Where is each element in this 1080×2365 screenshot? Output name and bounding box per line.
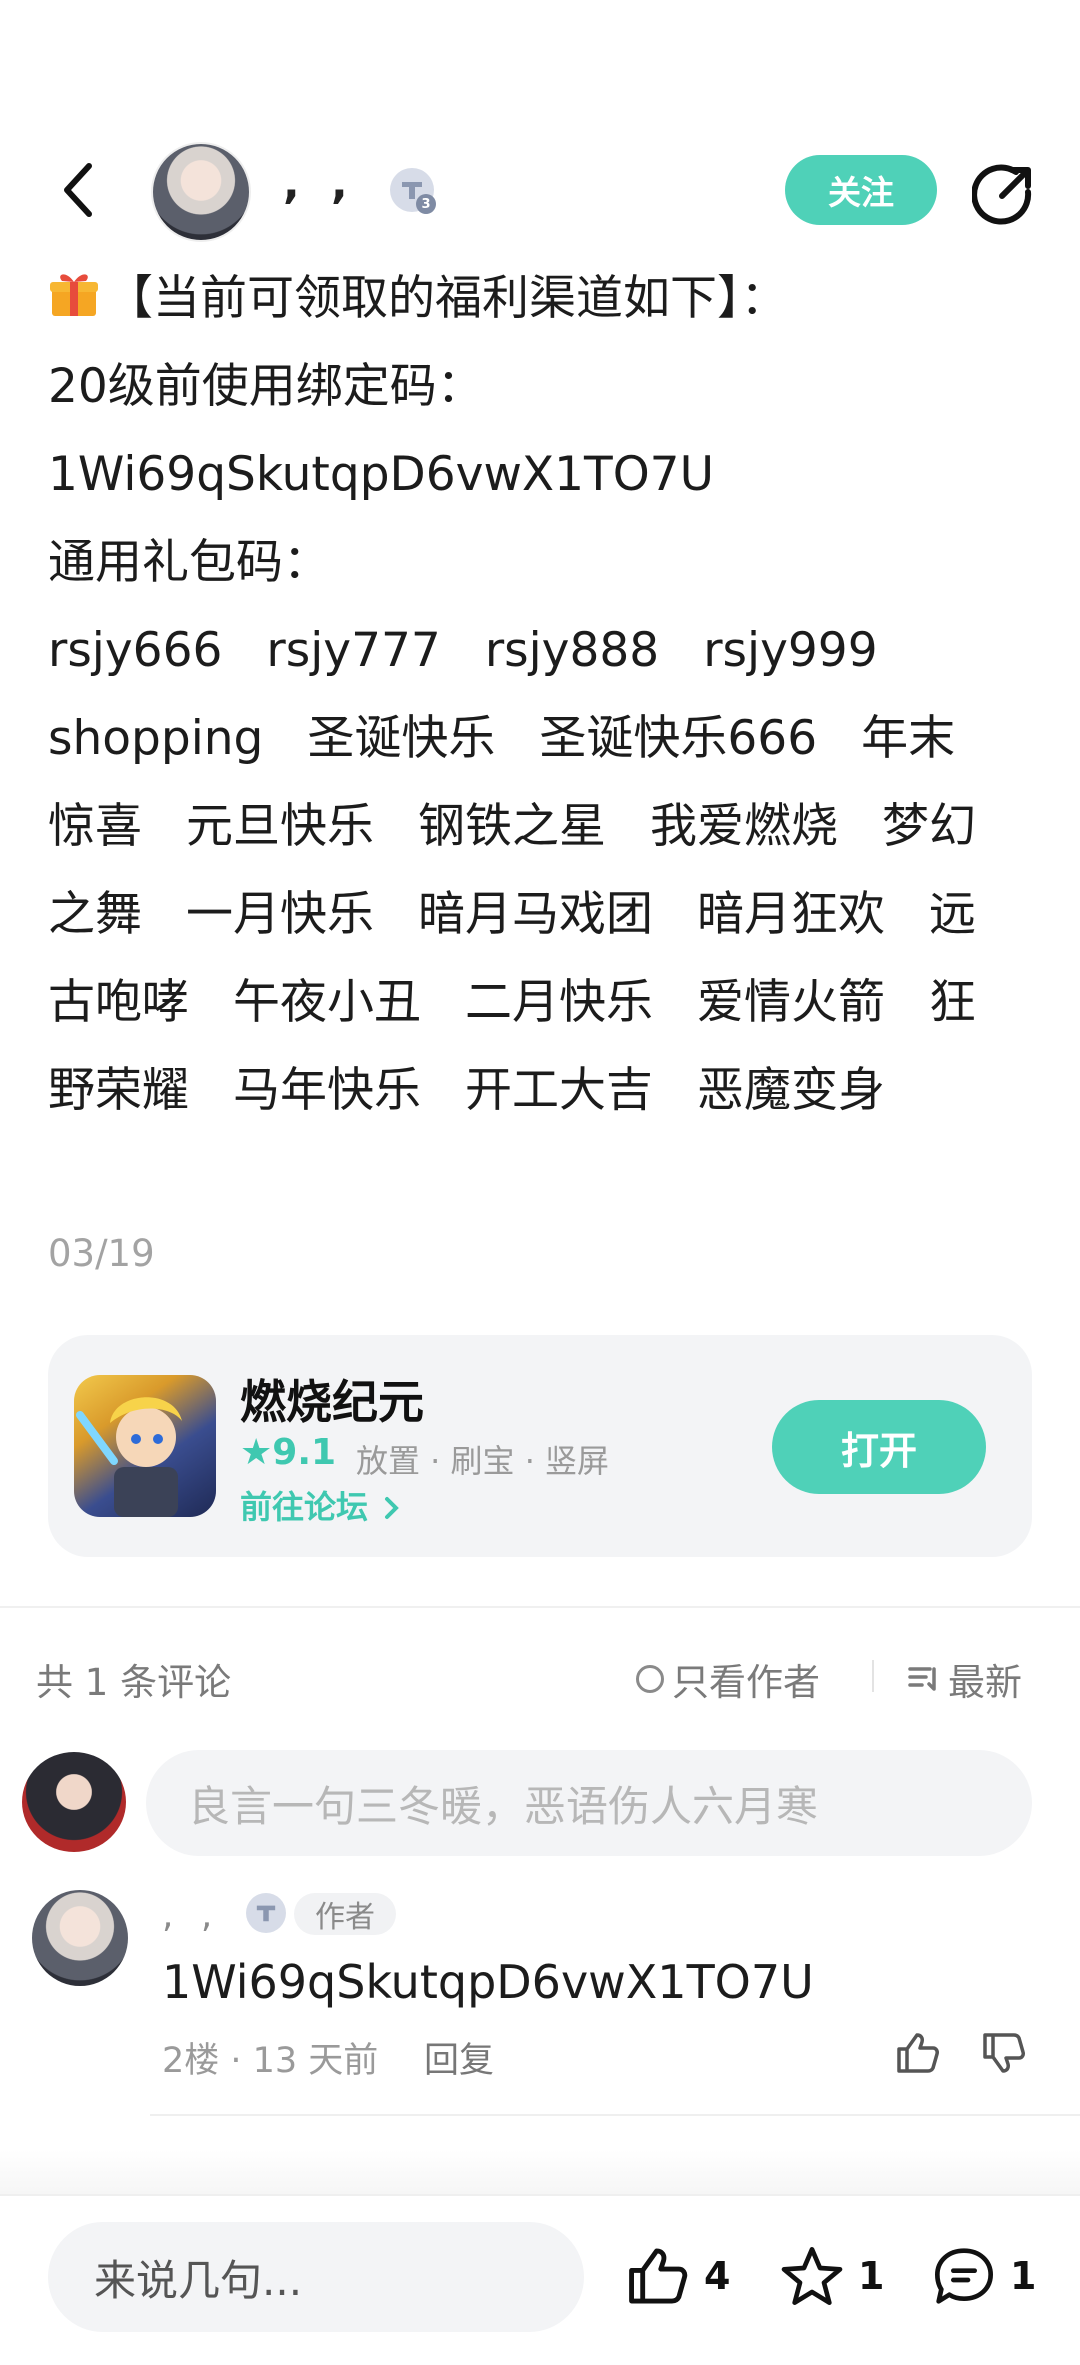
author-tag: 作者 — [294, 1893, 396, 1935]
post-date: 03/19 — [48, 1232, 155, 1275]
gift-code: 圣诞快乐666 — [539, 711, 818, 766]
back-button[interactable] — [46, 150, 110, 230]
codes-line: 野荣耀 马年快乐 开工大吉 恶魔变身 — [48, 1047, 1038, 1135]
like-count: 4 — [704, 2254, 731, 2298]
codes-line: rsjy666 rsjy777 rsjy888 rsjy999 — [48, 607, 1038, 695]
gift-code: 爱情火箭 — [697, 975, 885, 1030]
comment-input[interactable]: 良言一句三冬暖，恶语伤人六月寒 — [146, 1750, 1032, 1856]
open-game-button[interactable]: 打开 — [772, 1400, 986, 1494]
codes-line: 之舞 一月快乐 暗月马戏团 暗月狂欢远 — [48, 871, 1038, 959]
level-badge-icon: 3 — [390, 168, 436, 214]
comment-meta: 2楼 · 13 天前 — [162, 2041, 379, 2081]
codes-line: 古咆哮 午夜小丑 二月快乐 爱情火箭狂 — [48, 959, 1038, 1047]
comment-count: 共 1 条评论 — [36, 1661, 232, 1704]
favorite-count: 1 — [858, 2254, 885, 2298]
codes-label: 通用礼包码： — [48, 535, 330, 590]
gift-code: rsjy999 — [703, 623, 878, 678]
comment-avatar[interactable] — [32, 1890, 128, 1986]
gift-code: 远 — [929, 887, 976, 942]
gift-code: rsjy777 — [266, 623, 441, 678]
comment-dislike-button[interactable] — [976, 2025, 1032, 2081]
current-user-avatar[interactable] — [22, 1752, 126, 1852]
comments-button[interactable]: 1 — [932, 2236, 1036, 2316]
section-divider — [0, 1606, 1080, 1608]
gift-code: shopping — [48, 711, 264, 766]
bind-code: 1Wi69qSkutqpD6vwX1TO7U — [48, 447, 714, 502]
gift-code: 元旦快乐 — [186, 799, 374, 854]
comment-total: 1 — [1010, 2254, 1037, 2298]
comment-divider — [150, 2114, 1080, 2116]
post-content: 【当前可领取的福利渠道如下】： 20级前使用绑定码： 1Wi69qSkutqpD… — [48, 255, 1038, 1135]
thumbs-down-icon — [983, 2033, 1025, 2073]
bottom-fade — [0, 2150, 1080, 2194]
gift-code: 古咆哮 — [48, 975, 189, 1030]
comment-icon — [935, 2248, 993, 2304]
level-number: 3 — [416, 194, 436, 214]
gift-code: rsjy888 — [484, 623, 660, 678]
gift-code: 马年快乐 — [233, 1063, 421, 1118]
gift-code: 二月快乐 — [465, 975, 653, 1030]
divider — [872, 1660, 874, 1692]
follow-button[interactable]: 关注 — [785, 155, 937, 225]
gift-code: 我爱燃烧 — [650, 799, 838, 854]
gift-code: 年末 — [861, 711, 956, 766]
codes-line: 惊喜 元旦快乐 钢铁之星 我爱燃烧 梦幻 — [48, 783, 1038, 871]
level-badge-icon — [246, 1893, 286, 1933]
gift-code: 梦幻 — [882, 799, 976, 854]
gift-code: 午夜小丑 — [233, 975, 421, 1030]
forum-link[interactable]: 前往论坛 — [240, 1482, 401, 1528]
chevron-right-icon — [385, 1497, 399, 1519]
gift-code: rsjy666 — [48, 623, 223, 678]
gift-code: 狂 — [929, 975, 976, 1030]
gift-code: 暗月马戏团 — [418, 887, 653, 942]
game-icon[interactable] — [74, 1375, 216, 1517]
star-icon: ★ — [240, 1432, 273, 1473]
post-title-line: 【当前可领取的福利渠道如下】： — [48, 255, 1038, 343]
bind-label: 20级前使用绑定码： — [48, 359, 484, 414]
bottom-comment-input[interactable]: 来说几句... — [48, 2222, 584, 2332]
gift-code: 开工大吉 — [465, 1063, 653, 1118]
comment-text: 1Wi69qSkutqpD6vwX1TO7U — [162, 1955, 814, 2009]
thumbs-up-icon — [629, 2248, 688, 2304]
sort-toggle[interactable]: 最新 — [908, 1652, 1022, 1706]
sort-icon — [908, 1667, 936, 1691]
gift-code: 圣诞快乐 — [307, 711, 496, 766]
gift-code: 一月快乐 — [186, 887, 374, 942]
game-rating: ★9.1 — [240, 1432, 337, 1473]
share-button[interactable] — [968, 160, 1038, 230]
share-icon — [972, 164, 1032, 225]
game-tags: 放置 · 刷宝 · 竖屏 — [356, 1442, 610, 1480]
gift-code: 惊喜 — [48, 799, 142, 854]
thumbs-up-icon — [897, 2033, 939, 2073]
codes-line: shopping 圣诞快乐 圣诞快乐666 年末 — [48, 695, 1038, 783]
author-avatar[interactable] — [151, 142, 251, 242]
comment-like-button[interactable] — [890, 2025, 946, 2081]
gift-icon — [48, 261, 100, 316]
gift-code: 暗月狂欢 — [697, 887, 885, 942]
reply-button[interactable]: 回复 — [424, 2032, 494, 2083]
gift-codes: rsjy666 rsjy777 rsjy888 rsjy999 shopping 圣诞快乐… — [48, 607, 1038, 1135]
chevron-left-icon — [64, 163, 92, 217]
gift-code: 之舞 — [48, 887, 142, 942]
favorite-button[interactable]: 1 — [780, 2236, 884, 2316]
gift-code: 钢铁之星 — [418, 799, 606, 854]
game-name: 燃烧纪元 — [240, 1375, 424, 1429]
post-title: 【当前可领取的福利渠道如下】： — [106, 271, 788, 326]
gift-code: 野荣耀 — [48, 1063, 189, 1118]
gift-code: 恶魔变身 — [697, 1063, 885, 1118]
like-button[interactable]: 4 — [626, 2236, 730, 2316]
only-author-toggle[interactable]: 只看作者 — [636, 1652, 820, 1706]
radio-icon — [636, 1665, 664, 1693]
star-icon — [781, 2247, 843, 2306]
author-name[interactable]: , , — [283, 158, 356, 209]
comment-author-name[interactable]: , , — [162, 1895, 220, 1936]
